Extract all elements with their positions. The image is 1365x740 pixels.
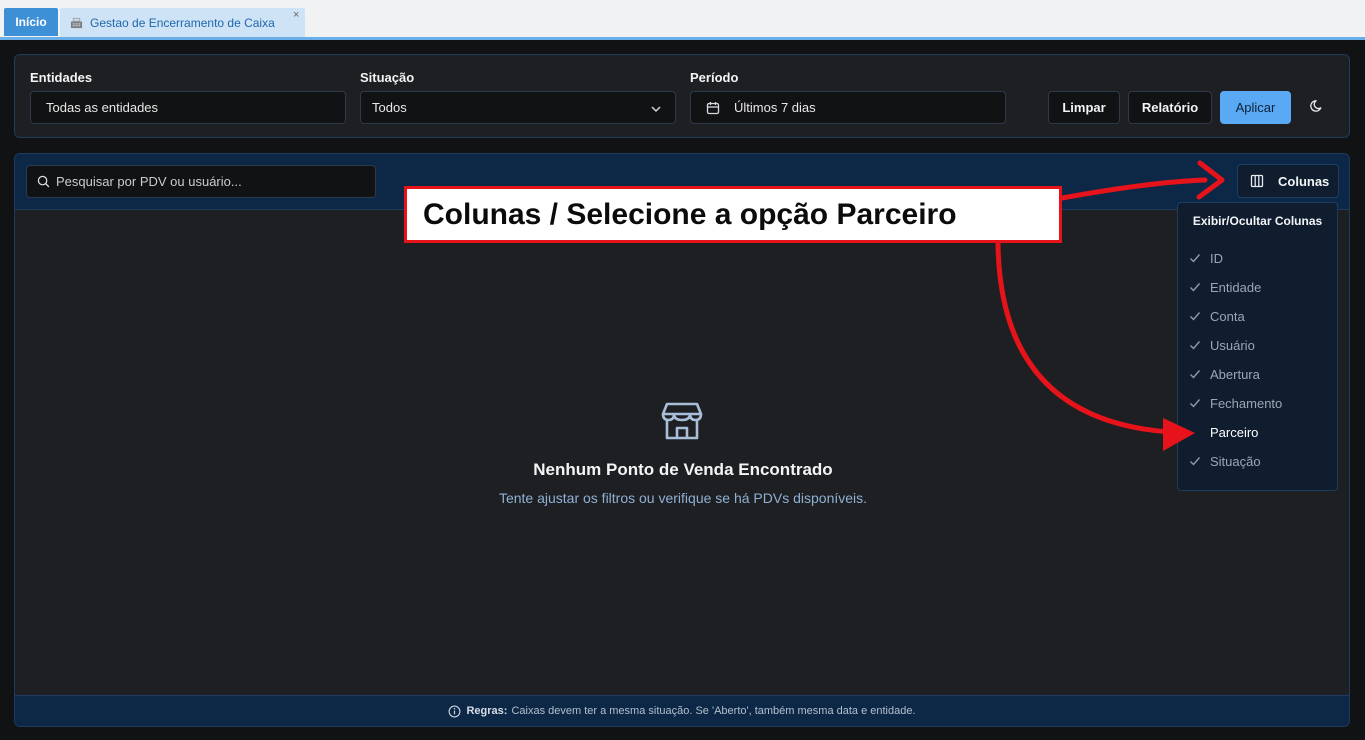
column-toggle-label: ID <box>1210 250 1223 266</box>
tab-label: Gestao de Encerramento de Caixa <box>90 15 275 30</box>
column-toggle-label: Entidade <box>1210 279 1262 295</box>
column-toggle-item[interactable]: Usuário <box>1189 335 1255 355</box>
chevron-down-icon <box>651 106 661 113</box>
entidades-select[interactable]: Todas as entidades <box>30 91 346 124</box>
situacao-label: Situação <box>360 70 415 85</box>
column-toggle-label: Fechamento <box>1210 395 1283 411</box>
calendar-icon <box>706 101 720 114</box>
column-toggle-label: Usuário <box>1210 337 1255 353</box>
column-toggle-item[interactable]: Fechamento <box>1189 393 1282 413</box>
column-toggle-label: Conta <box>1210 308 1245 324</box>
column-toggle-label: Parceiro <box>1210 424 1259 440</box>
check-icon <box>1190 254 1201 263</box>
column-toggle-label: Abertura <box>1210 366 1260 382</box>
rules-label: Regras: <box>466 705 508 717</box>
check-icon <box>1190 370 1201 379</box>
entidades-value: Todas as entidades <box>46 100 159 115</box>
periodo-label: Período <box>690 70 739 85</box>
tab-inicio[interactable]: Início <box>4 8 58 36</box>
annotation-callout: Colunas / Selecione a opção Parceiro <box>404 186 1062 243</box>
callout-text: Colunas / Selecione a opção Parceiro <box>423 197 957 231</box>
rules-footer: Regras: Caixas devem ter a mesma situaçã… <box>15 695 1349 726</box>
column-toggle-item[interactable]: Parceiro <box>1189 422 1258 442</box>
relatorio-button[interactable]: Relatório <box>1128 91 1212 124</box>
aplicar-button[interactable]: Aplicar <box>1220 91 1291 124</box>
store-icon <box>661 402 703 440</box>
columns-menu-title: Exibir/Ocultar Colunas <box>1192 214 1323 228</box>
cash-register-icon <box>70 17 83 29</box>
check-icon <box>1190 457 1201 466</box>
search-input[interactable]: Pesquisar por PDV ou usuário... <box>26 165 376 198</box>
check-icon <box>1190 312 1201 321</box>
empty-state-subtitle: Tente ajustar os filtros ou verifique se… <box>498 490 868 506</box>
search-icon <box>37 175 50 188</box>
colunas-button[interactable]: Colunas <box>1237 164 1339 198</box>
info-icon <box>449 705 461 717</box>
rules-text: Caixas devem ter a mesma situação. Se 'A… <box>511 705 916 717</box>
empty-state-title: Nenhum Ponto de Venda Encontrado <box>533 460 833 479</box>
periodo-value: Últimos 7 dias <box>734 100 816 115</box>
tab-close-icon[interactable]: × <box>293 9 299 21</box>
moon-icon[interactable] <box>1310 98 1325 113</box>
column-toggle-item[interactable]: Entidade <box>1189 277 1261 297</box>
check-icon <box>1190 283 1201 292</box>
column-toggle-item[interactable]: Conta <box>1189 306 1245 326</box>
columns-icon <box>1250 174 1264 188</box>
situacao-value: Todos <box>372 100 407 115</box>
column-toggle-item[interactable]: Abertura <box>1189 364 1260 384</box>
filter-panel: Entidades Todas as entidades Situação To… <box>14 54 1350 138</box>
column-toggle-item[interactable]: Situação <box>1189 451 1261 471</box>
limpar-button[interactable]: Limpar <box>1048 91 1120 124</box>
column-toggle-item[interactable]: ID <box>1189 248 1223 268</box>
check-icon <box>1190 399 1201 408</box>
entidades-label: Entidades <box>30 70 93 85</box>
column-toggle-label: Situação <box>1210 453 1261 469</box>
columns-dropdown: Exibir/Ocultar Colunas ID Entidade Conta Us… <box>1177 202 1338 491</box>
tab-gestao-encerramento[interactable]: Gestao de Encerramento de Caixa <box>60 8 305 37</box>
check-icon <box>1190 341 1201 350</box>
search-placeholder: Pesquisar por PDV ou usuário... <box>56 174 242 189</box>
colunas-label: Colunas <box>1278 173 1330 189</box>
situacao-select[interactable]: Todos <box>360 91 676 124</box>
periodo-picker[interactable]: Últimos 7 dias <box>690 91 1006 124</box>
tab-bar: Início Gestao de Encerramento de Caixa × <box>0 0 1365 40</box>
